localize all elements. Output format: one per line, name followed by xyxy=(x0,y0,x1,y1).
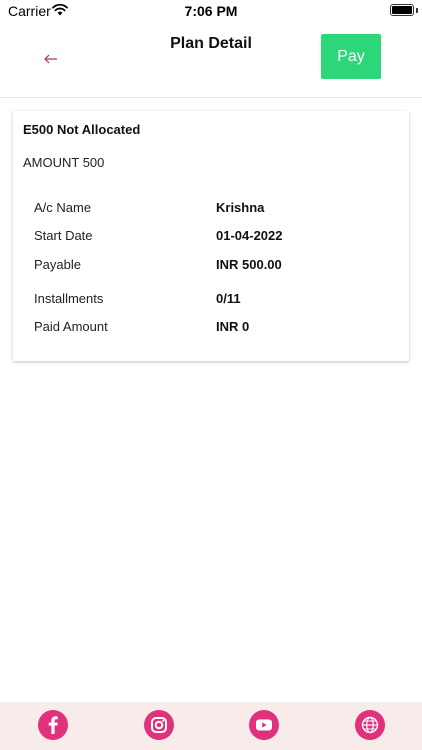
detail-row-account-name: A/c Name Krishna xyxy=(13,200,409,220)
detail-row-installments: Installments 0/11 xyxy=(13,291,409,311)
battery-icon xyxy=(390,4,414,16)
instagram-button[interactable] xyxy=(144,710,174,740)
youtube-icon xyxy=(256,719,272,731)
detail-label: Paid Amount xyxy=(34,319,108,334)
status-bar: Carrier 7:06 PM xyxy=(0,0,422,22)
detail-value: Krishna xyxy=(216,200,265,215)
detail-row-paid-amount: Paid Amount INR 0 xyxy=(13,319,409,339)
plan-card: E500 Not Allocated AMOUNT 500 A/c Name K… xyxy=(13,111,409,361)
youtube-button[interactable] xyxy=(249,710,279,740)
detail-label: Payable xyxy=(34,257,81,272)
facebook-icon xyxy=(48,716,58,734)
globe-icon xyxy=(361,716,379,734)
detail-label: Installments xyxy=(34,291,104,306)
facebook-button[interactable] xyxy=(38,710,68,740)
detail-value: 01-04-2022 xyxy=(216,228,283,243)
detail-label: Start Date xyxy=(34,228,93,243)
instagram-icon xyxy=(151,717,167,733)
detail-row-payable: Payable INR 500.00 xyxy=(13,257,409,277)
social-footer xyxy=(0,702,422,750)
battery-tip xyxy=(416,8,418,13)
detail-label: A/c Name xyxy=(34,200,92,215)
detail-row-start-date: Start Date 01-04-2022 xyxy=(13,228,409,248)
status-time: 7:06 PM xyxy=(184,3,238,19)
battery-fill xyxy=(392,6,412,14)
website-button[interactable] xyxy=(355,710,385,740)
pay-button[interactable]: Pay xyxy=(321,34,381,79)
detail-value: INR 500.00 xyxy=(216,257,282,272)
nav-bar: Plan Detail Pay xyxy=(0,22,422,98)
detail-value: 0/11 xyxy=(216,291,241,306)
plan-name: E500 Not Allocated xyxy=(23,122,141,137)
detail-value: INR 0 xyxy=(216,319,250,334)
plan-amount: AMOUNT 500 xyxy=(23,155,105,170)
